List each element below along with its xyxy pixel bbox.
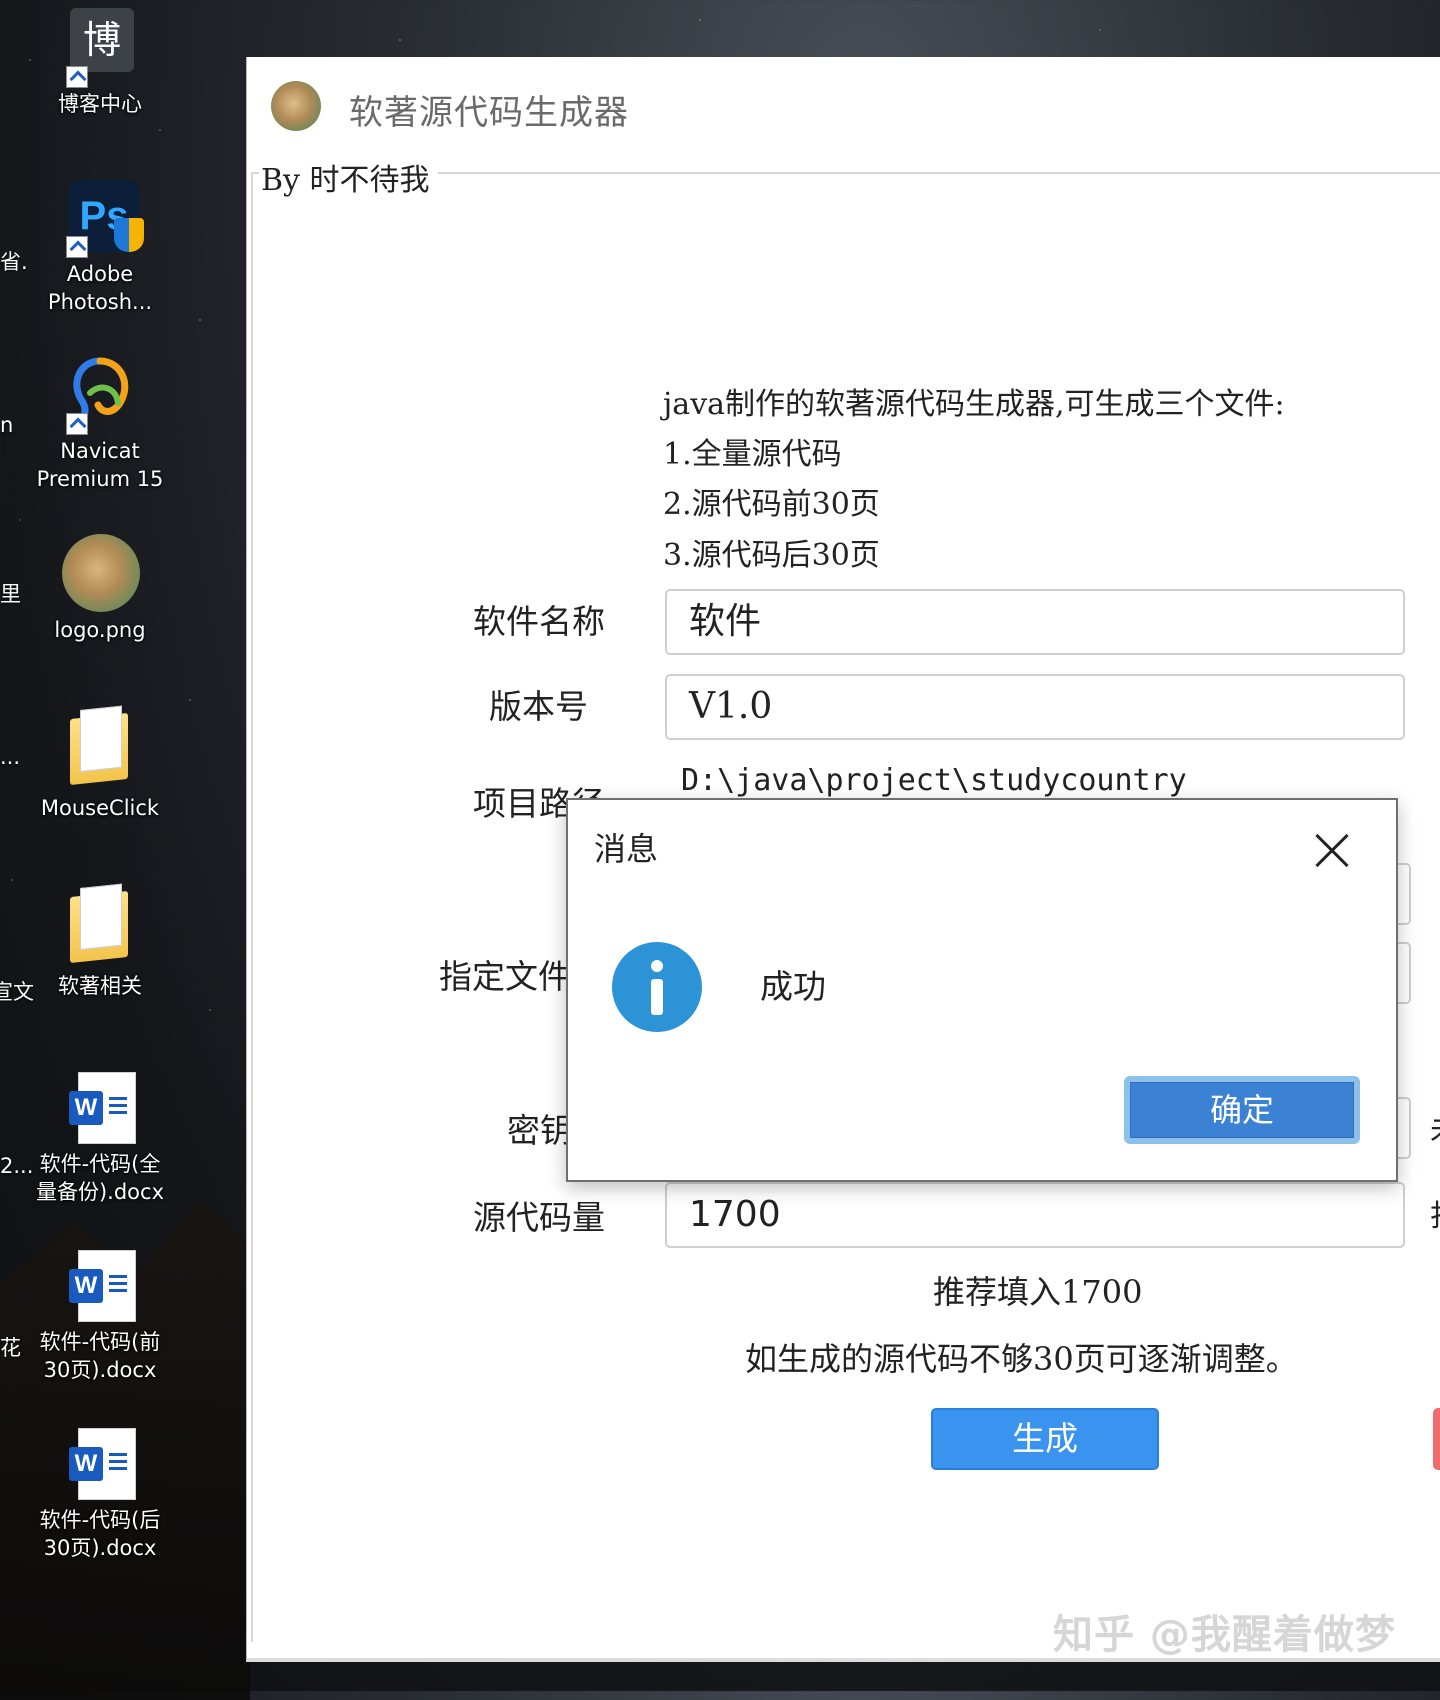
blog-app-icon: 博 xyxy=(70,8,134,72)
uac-shield-icon xyxy=(114,218,144,252)
watermark: 知乎 @我醒着做梦 xyxy=(1053,1612,1396,1658)
clipped-desktop-label: ... xyxy=(0,745,21,769)
clipped-red-button[interactable] xyxy=(1433,1408,1440,1470)
clipped-desktop-label: 省. xyxy=(0,250,28,274)
desktop-icon-photoshop[interactable]: Ps Adobe Photosh... xyxy=(30,176,170,316)
desktop-icon-word-full[interactable]: W 软件-代码(全量备份).docx xyxy=(30,1066,170,1206)
description-item: 1.全量源代码 xyxy=(663,437,842,472)
clipped-desktop-label: 宣文 xyxy=(0,980,34,1004)
title-bar[interactable]: 软著源代码生成器 xyxy=(247,57,1440,153)
desktop-icon-logo-png[interactable]: logo.png xyxy=(30,532,170,644)
hidden-input-edge[interactable] xyxy=(1397,863,1411,925)
desktop-icon-word-first30[interactable]: W 软件-代码(前30页).docx xyxy=(30,1244,170,1384)
desktop-icon-label: 博客中心 xyxy=(58,92,142,116)
close-icon[interactable] xyxy=(1306,826,1356,876)
shortcut-arrow-icon xyxy=(66,66,88,88)
word-document-icon: W xyxy=(69,1250,136,1322)
clipped-side-label: 未 xyxy=(1430,1105,1440,1149)
specify-file-input-edge[interactable] xyxy=(1397,942,1411,1004)
desktop-icon-label: logo.png xyxy=(54,618,146,642)
specify-file-label: 指定文件 xyxy=(439,957,571,996)
word-document-icon: W xyxy=(69,1428,136,1500)
clipped-desktop-label: n xyxy=(0,413,14,437)
dog-photo-thumbnail xyxy=(62,534,140,612)
dialog-title: 消息 xyxy=(594,830,659,868)
window-title: 软著源代码生成器 xyxy=(349,93,629,133)
desktop-icon-blog-center[interactable]: 博 博客中心 xyxy=(30,8,170,118)
message-dialog: 消息 成功 确定 xyxy=(566,798,1398,1182)
folder-icon xyxy=(70,890,128,964)
dialog-message: 成功 xyxy=(760,967,826,1006)
source-lines-input[interactable]: 1700 xyxy=(665,1182,1405,1248)
desktop-icon-copyright-folder[interactable]: 软著相关 xyxy=(30,888,170,1000)
clipped-desktop-label: 花 xyxy=(0,1336,21,1360)
ok-button[interactable]: 确定 xyxy=(1124,1076,1360,1144)
desktop-icon-word-last30[interactable]: W 软件-代码(后30页).docx xyxy=(30,1422,170,1562)
desktop-icon-label: 软著相关 xyxy=(58,974,142,998)
word-document-icon: W xyxy=(69,1072,136,1144)
version-label: 版本号 xyxy=(489,687,588,726)
desktop-icon-label: 软件-代码(全量备份).docx xyxy=(35,1152,165,1204)
shortcut-arrow-icon xyxy=(66,236,88,258)
clipped-side-label: 打 xyxy=(1430,1191,1440,1235)
clipped-desktop-label: 里 xyxy=(0,582,21,606)
key-input-edge[interactable] xyxy=(1397,1097,1411,1159)
description-intro: java制作的软著源代码生成器,可生成三个文件: xyxy=(663,387,1285,422)
generate-button[interactable]: 生成 xyxy=(931,1408,1159,1470)
software-name-label: 软件名称 xyxy=(473,602,605,641)
shortcut-arrow-icon xyxy=(66,413,88,435)
clipped-desktop-label: 2... xyxy=(0,1154,34,1178)
folder-icon xyxy=(70,712,128,786)
source-lines-label: 源代码量 xyxy=(473,1198,605,1237)
desktop-icon-mouseclick[interactable]: MouseClick xyxy=(30,710,170,822)
desktop-icon-navicat[interactable]: Navicat Premium 15 xyxy=(30,353,170,493)
adjust-hint: 如生成的源代码不够30页可逐渐调整。 xyxy=(745,1340,1298,1378)
project-path-value[interactable]: D:\java\project\studycountry xyxy=(681,763,1187,798)
description-item: 3.源代码后30页 xyxy=(663,538,880,573)
description-item: 2.源代码前30页 xyxy=(663,487,880,522)
ok-button-label: 确定 xyxy=(1130,1082,1354,1138)
recommend-hint: 推荐填入1700 xyxy=(933,1273,1143,1311)
software-name-input[interactable]: 软件 xyxy=(665,589,1405,655)
group-title: By 时不待我 xyxy=(259,155,438,199)
desktop-icon-label: 软件-代码(前30页).docx xyxy=(39,1330,161,1382)
version-input[interactable]: V1.0 xyxy=(665,674,1405,740)
desktop-icon-label: Adobe Photosh... xyxy=(47,262,153,314)
key-label: 密钥 xyxy=(507,1111,573,1150)
desktop-icon-label: Navicat Premium 15 xyxy=(36,439,164,491)
info-icon xyxy=(612,942,702,1032)
desktop-icon-label: MouseClick xyxy=(40,796,160,820)
desktop-icon-label: 软件-代码(后30页).docx xyxy=(39,1508,161,1560)
app-logo-icon xyxy=(271,81,321,131)
